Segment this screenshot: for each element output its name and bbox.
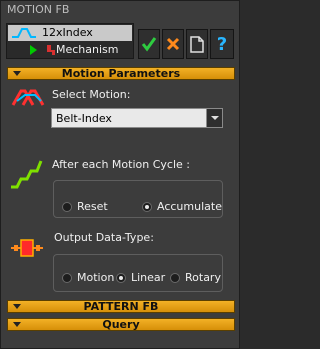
- motion-profile-icon: [12, 28, 36, 38]
- output-type-label: Output Data-Type:: [54, 231, 154, 244]
- check-button[interactable]: [138, 29, 160, 59]
- select-motion-label: Select Motion:: [52, 88, 131, 101]
- motion-cycle-label: After each Motion Cycle :: [52, 158, 190, 171]
- pattern-fb-header[interactable]: PATTERN FB: [7, 300, 235, 313]
- section-title: Query: [102, 318, 140, 331]
- radio-rotary[interactable]: Rotary: [170, 271, 221, 284]
- radio-button[interactable]: [62, 201, 72, 212]
- tree-item-12xindex[interactable]: 12xIndex: [8, 25, 132, 41]
- help-button[interactable]: ?: [210, 29, 234, 59]
- close-icon: [166, 37, 180, 51]
- radio-label: Motion: [77, 271, 115, 284]
- output-type-icon: [11, 239, 43, 257]
- chevron-down-icon[interactable]: [206, 109, 222, 127]
- radio-label: Linear: [131, 271, 166, 284]
- collapse-arrow-icon: [13, 322, 21, 327]
- motion-fb-panel: MOTION FB 12xIndex Mechanism ? Motion Pa…: [0, 0, 240, 349]
- motion-icon: [11, 89, 45, 106]
- radio-accumulate[interactable]: Accumulate: [142, 200, 222, 213]
- radio-button-selected[interactable]: [116, 272, 126, 283]
- radio-button[interactable]: [62, 272, 72, 283]
- stair-step-icon: [11, 160, 43, 189]
- collapse-arrow-icon: [13, 304, 21, 309]
- tree-item-mechanism[interactable]: Mechanism: [8, 42, 132, 58]
- radio-button[interactable]: [170, 272, 180, 283]
- query-header[interactable]: Query: [7, 318, 235, 331]
- radio-label: Reset: [77, 200, 108, 213]
- tree-item-label: 12xIndex: [42, 26, 93, 39]
- motion-select-value: Belt-Index: [56, 112, 112, 125]
- function-tree[interactable]: 12xIndex Mechanism: [6, 23, 134, 59]
- tree-item-label: Mechanism: [56, 43, 119, 56]
- section-title: Motion Parameters: [61, 67, 181, 80]
- check-icon: [141, 37, 157, 52]
- document-button[interactable]: [186, 29, 208, 59]
- document-icon: [190, 35, 204, 53]
- window-title: MOTION FB: [7, 3, 70, 16]
- motion-cycle-group: Reset Accumulate: [53, 180, 223, 218]
- section-title: PATTERN FB: [83, 300, 159, 313]
- radio-button-selected[interactable]: [142, 201, 152, 212]
- collapse-arrow-icon: [13, 71, 21, 76]
- motion-parameters-header[interactable]: Motion Parameters: [7, 67, 235, 80]
- radio-linear[interactable]: Linear: [116, 271, 165, 284]
- radio-reset[interactable]: Reset: [62, 200, 108, 213]
- radio-motion[interactable]: Motion: [62, 271, 114, 284]
- play-icon: [30, 45, 37, 55]
- radio-label: Rotary: [185, 271, 221, 284]
- cancel-button[interactable]: [162, 29, 184, 59]
- radio-label: Accumulate: [157, 200, 222, 213]
- motion-select[interactable]: Belt-Index: [51, 108, 223, 128]
- output-type-group: Motion Linear Rotary: [53, 254, 223, 292]
- mechanism-icon: [47, 45, 55, 55]
- help-icon: ?: [216, 33, 228, 55]
